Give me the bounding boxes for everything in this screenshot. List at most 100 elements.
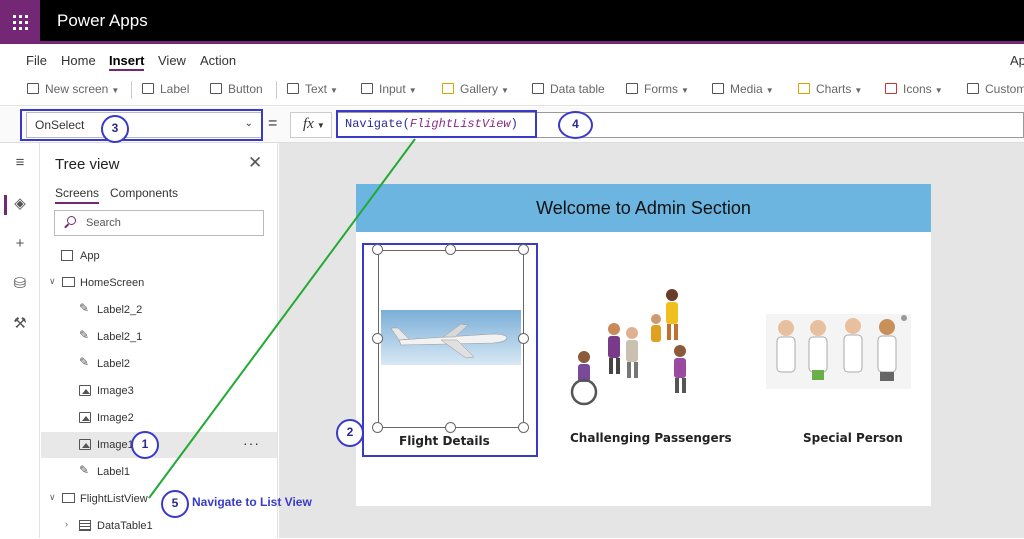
label-icon [79, 328, 91, 342]
resize-handle[interactable] [518, 422, 529, 433]
menu-file[interactable]: File [26, 53, 47, 68]
formula-text[interactable]: Navigate(FlightListView) [345, 117, 518, 131]
tools-icon[interactable]: ⚒ [12, 316, 28, 332]
formula-argument: FlightListView [409, 117, 511, 131]
close-icon[interactable]: ✕ [248, 153, 262, 173]
airplane-image [381, 310, 521, 365]
tree-item-app[interactable]: App [41, 243, 277, 269]
tree-item-label1[interactable]: Label1 [41, 459, 277, 485]
screen-icon [62, 493, 75, 503]
label-button[interactable]: Label [142, 82, 189, 96]
chevron-down-icon: ▼ [765, 86, 774, 95]
resize-handle[interactable] [445, 244, 456, 255]
image-icon [79, 412, 91, 423]
annotation-box-property [20, 109, 263, 141]
tree-item-label: Label2_1 [97, 331, 143, 343]
insert-ribbon: New screen ▼ Label Button Text ▼ Input ▼ Ga… [0, 74, 1024, 106]
hamburger-menu-icon[interactable]: ≡ [12, 155, 28, 171]
button-label: Button [228, 82, 263, 96]
menu-action[interactable]: Action [200, 53, 236, 68]
data-table-button[interactable]: Data table [532, 82, 605, 96]
custom-button[interactable]: Custom [967, 82, 1024, 96]
input-button[interactable]: Input ▼ [361, 82, 417, 96]
resize-handle[interactable] [372, 422, 383, 433]
fx-label: fx [303, 116, 314, 132]
tab-components[interactable]: Components [110, 186, 178, 200]
app-launcher-icon[interactable] [0, 0, 40, 44]
annotation-5: 5 [161, 490, 189, 518]
tab-screens[interactable]: Screens [55, 186, 100, 204]
card-label-special-person: Special Person [803, 431, 903, 445]
special-person-image[interactable] [766, 314, 911, 389]
media-label: Media [730, 82, 763, 96]
tree-item-label: Image3 [97, 385, 134, 397]
tree-item-label2-1[interactable]: Label2_1 [41, 324, 277, 350]
gallery-label: Gallery [460, 82, 499, 96]
label-icon [79, 463, 91, 477]
equals-sign: = [268, 115, 278, 132]
menu-home[interactable]: Home [61, 53, 96, 68]
tree-item-label: FlightListView [80, 493, 148, 505]
image1-control[interactable] [378, 250, 524, 428]
forms-label: Forms [644, 82, 678, 96]
menu-view[interactable]: View [158, 53, 186, 68]
forms-button[interactable]: Forms ▼ [626, 82, 689, 96]
menu-bar: File Home Insert View Action Ap [0, 47, 1024, 73]
chevron-down-icon: ▼ [854, 86, 863, 95]
tree-item-homescreen[interactable]: ∨ HomeScreen [41, 270, 277, 296]
table-icon [79, 520, 91, 531]
tree-item-image3[interactable]: Image3 [41, 378, 277, 404]
new-screen-button[interactable]: New screen ▼ [27, 82, 119, 96]
tree-item-datatable1[interactable]: › DataTable1 [41, 513, 277, 539]
database-icon[interactable]: ⛁ [12, 276, 28, 292]
chevron-down-icon: ▼ [501, 86, 509, 95]
image-icon [79, 439, 91, 450]
icons-button[interactable]: Icons ▼ [885, 82, 943, 96]
title-bar: Power Apps [0, 0, 1024, 44]
screen-header: Welcome to Admin Section [356, 184, 931, 232]
tree-item-label: Image1 [97, 439, 134, 451]
resize-handle[interactable] [372, 244, 383, 255]
layers-icon[interactable]: ◈ [12, 196, 28, 212]
resize-handle[interactable] [518, 333, 529, 344]
chevron-down-icon: ▼ [408, 86, 417, 95]
formula-function: Navigate [345, 117, 403, 131]
tree-item-label2[interactable]: Label2 [41, 351, 277, 377]
resize-handle[interactable] [518, 244, 529, 255]
tree-item-image1[interactable]: Image1 ··· [41, 432, 277, 458]
button-button[interactable]: Button [210, 82, 263, 96]
search-input[interactable]: Search [54, 210, 264, 236]
tree-item-image2[interactable]: Image2 [41, 405, 277, 431]
menu-right-truncated[interactable]: Ap [1010, 53, 1024, 68]
resize-handle[interactable] [445, 422, 456, 433]
ribbon-divider [131, 81, 132, 99]
gallery-button[interactable]: Gallery ▼ [442, 82, 509, 96]
annotation-4: 4 [558, 111, 593, 139]
menu-insert[interactable]: Insert [109, 53, 145, 71]
resize-handle[interactable] [372, 333, 383, 344]
charts-label: Charts [816, 82, 852, 96]
new-screen-label: New screen [45, 82, 109, 96]
passengers-image[interactable] [566, 289, 706, 409]
search-placeholder: Search [86, 217, 121, 229]
text-button[interactable]: Text ▼ [287, 82, 338, 96]
button-icon [210, 83, 222, 94]
annotation-3: 3 [101, 115, 129, 143]
annotation-2: 2 [336, 419, 364, 447]
icons-icon [885, 83, 897, 94]
more-options-icon[interactable]: ··· [243, 435, 260, 451]
custom-label: Custom [985, 82, 1024, 96]
charts-button[interactable]: Charts ▼ [798, 82, 862, 96]
tree-item-label2-2[interactable]: Label2_2 [41, 297, 277, 323]
label-label: Label [160, 82, 190, 96]
data-table-icon [532, 83, 544, 94]
text-label: Text [305, 82, 328, 96]
fx-icon[interactable]: fx ▼ [290, 112, 332, 138]
app-icon [61, 250, 73, 261]
tree-item-label: Label1 [97, 466, 131, 478]
image-icon [79, 385, 91, 396]
media-button[interactable]: Media ▼ [712, 82, 774, 96]
new-screen-icon [27, 83, 39, 94]
screen-icon [62, 277, 75, 287]
add-icon[interactable]: + [12, 236, 28, 252]
